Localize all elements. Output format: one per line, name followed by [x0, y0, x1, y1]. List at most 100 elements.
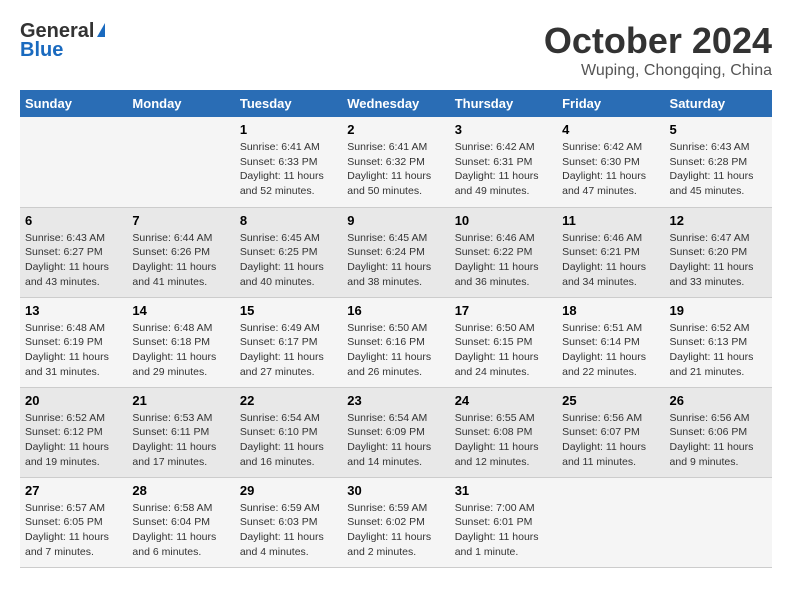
day-number: 19 [670, 303, 767, 318]
day-number: 26 [670, 393, 767, 408]
calendar-cell: 16 Sunrise: 6:50 AM Sunset: 6:16 PM Dayli… [342, 297, 449, 387]
day-number: 6 [25, 213, 122, 228]
calendar-cell [665, 477, 772, 567]
location-subtitle: Wuping, Chongqing, China [544, 62, 772, 80]
day-detail: Sunrise: 6:55 AM Sunset: 6:08 PM Dayligh… [455, 411, 552, 470]
calendar-cell: 24Sunrise: 6:55 AM Sunset: 6:08 PM Dayli… [450, 387, 557, 477]
title-block: October 2024 Wuping, Chongqing, China [544, 20, 772, 80]
header-saturday: Saturday [665, 90, 772, 117]
day-detail: Sunrise: 7:00 AM Sunset: 6:01 PM Dayligh… [455, 501, 552, 560]
calendar-cell: 3 Sunrise: 6:42 AM Sunset: 6:31 PM Daylig… [450, 117, 557, 207]
day-number: 21 [132, 393, 229, 408]
day-detail: Sunrise: 6:59 AM Sunset: 6:03 PM Dayligh… [240, 501, 337, 560]
day-number: 16 [347, 303, 444, 318]
day-detail: Sunrise: 6:49 AM Sunset: 6:17 PM Dayligh… [240, 321, 337, 380]
day-number: 12 [670, 213, 767, 228]
day-number: 18 [562, 303, 659, 318]
calendar-week-row: 27 Sunrise: 6:57 AM Sunset: 6:05 PM Dayli… [20, 477, 772, 567]
day-number: 9 [347, 213, 444, 228]
day-number: 30 [347, 483, 444, 498]
calendar-cell: 23 Sunrise: 6:54 AM Sunset: 6:09 PM Dayli… [342, 387, 449, 477]
calendar-cell: 4 Sunrise: 6:42 AM Sunset: 6:30 PM Daylig… [557, 117, 664, 207]
day-detail: Sunrise: 6:51 AM Sunset: 6:14 PM Dayligh… [562, 321, 659, 380]
day-number: 7 [132, 213, 229, 228]
calendar-cell: 15 Sunrise: 6:49 AM Sunset: 6:17 PM Dayli… [235, 297, 342, 387]
day-detail: Sunrise: 6:42 AM Sunset: 6:31 PM Dayligh… [455, 140, 552, 199]
day-number: 5 [670, 122, 767, 137]
day-detail: Sunrise: 6:54 AM Sunset: 6:10 PM Dayligh… [240, 411, 337, 470]
logo-blue-text: Blue [20, 39, 63, 62]
calendar-cell: 11Sunrise: 6:46 AM Sunset: 6:21 PM Dayli… [557, 207, 664, 297]
calendar-cell: 1Sunrise: 6:41 AM Sunset: 6:33 PM Daylig… [235, 117, 342, 207]
day-detail: Sunrise: 6:59 AM Sunset: 6:02 PM Dayligh… [347, 501, 444, 560]
calendar-cell: 12 Sunrise: 6:47 AM Sunset: 6:20 PM Dayli… [665, 207, 772, 297]
calendar-cell: 30 Sunrise: 6:59 AM Sunset: 6:02 PM Dayli… [342, 477, 449, 567]
calendar-cell: 2 Sunrise: 6:41 AM Sunset: 6:32 PM Daylig… [342, 117, 449, 207]
header-monday: Monday [127, 90, 234, 117]
day-detail: Sunrise: 6:42 AM Sunset: 6:30 PM Dayligh… [562, 140, 659, 199]
day-detail: Sunrise: 6:47 AM Sunset: 6:20 PM Dayligh… [670, 231, 767, 290]
calendar-cell: 10Sunrise: 6:46 AM Sunset: 6:22 PM Dayli… [450, 207, 557, 297]
calendar-cell: 8Sunrise: 6:45 AM Sunset: 6:25 PM Daylig… [235, 207, 342, 297]
day-detail: Sunrise: 6:57 AM Sunset: 6:05 PM Dayligh… [25, 501, 122, 560]
calendar-cell [20, 117, 127, 207]
calendar-week-row: 20Sunrise: 6:52 AM Sunset: 6:12 PM Dayli… [20, 387, 772, 477]
calendar-cell: 31 Sunrise: 7:00 AM Sunset: 6:01 PM Dayli… [450, 477, 557, 567]
logo: General Blue [20, 20, 105, 62]
day-number: 28 [132, 483, 229, 498]
calendar-cell: 18 Sunrise: 6:51 AM Sunset: 6:14 PM Dayli… [557, 297, 664, 387]
day-detail: Sunrise: 6:53 AM Sunset: 6:11 PM Dayligh… [132, 411, 229, 470]
calendar-week-row: 6Sunrise: 6:43 AM Sunset: 6:27 PM Daylig… [20, 207, 772, 297]
day-number: 29 [240, 483, 337, 498]
day-detail: Sunrise: 6:45 AM Sunset: 6:24 PM Dayligh… [347, 231, 444, 290]
calendar-cell: 29 Sunrise: 6:59 AM Sunset: 6:03 PM Dayli… [235, 477, 342, 567]
day-detail: Sunrise: 6:58 AM Sunset: 6:04 PM Dayligh… [132, 501, 229, 560]
day-number: 25 [562, 393, 659, 408]
header-sunday: Sunday [20, 90, 127, 117]
day-detail: Sunrise: 6:54 AM Sunset: 6:09 PM Dayligh… [347, 411, 444, 470]
calendar-cell: 7 Sunrise: 6:44 AM Sunset: 6:26 PM Daylig… [127, 207, 234, 297]
day-number: 14 [132, 303, 229, 318]
calendar-week-row: 1Sunrise: 6:41 AM Sunset: 6:33 PM Daylig… [20, 117, 772, 207]
day-number: 23 [347, 393, 444, 408]
day-detail: Sunrise: 6:56 AM Sunset: 6:07 PM Dayligh… [562, 411, 659, 470]
calendar-cell: 25 Sunrise: 6:56 AM Sunset: 6:07 PM Dayli… [557, 387, 664, 477]
day-number: 3 [455, 122, 552, 137]
day-number: 27 [25, 483, 122, 498]
day-detail: Sunrise: 6:50 AM Sunset: 6:15 PM Dayligh… [455, 321, 552, 380]
calendar-cell [557, 477, 664, 567]
day-detail: Sunrise: 6:44 AM Sunset: 6:26 PM Dayligh… [132, 231, 229, 290]
day-number: 2 [347, 122, 444, 137]
logo-arrow-icon [97, 23, 105, 37]
calendar-cell: 17 Sunrise: 6:50 AM Sunset: 6:15 PM Dayli… [450, 297, 557, 387]
calendar-cell: 13Sunrise: 6:48 AM Sunset: 6:19 PM Dayli… [20, 297, 127, 387]
day-number: 15 [240, 303, 337, 318]
day-number: 4 [562, 122, 659, 137]
calendar-cell: 20Sunrise: 6:52 AM Sunset: 6:12 PM Dayli… [20, 387, 127, 477]
day-detail: Sunrise: 6:52 AM Sunset: 6:13 PM Dayligh… [670, 321, 767, 380]
month-title: October 2024 [544, 20, 772, 62]
day-detail: Sunrise: 6:46 AM Sunset: 6:22 PM Dayligh… [455, 231, 552, 290]
calendar-cell: 21 Sunrise: 6:53 AM Sunset: 6:11 PM Dayli… [127, 387, 234, 477]
calendar-cell: 19 Sunrise: 6:52 AM Sunset: 6:13 PM Dayli… [665, 297, 772, 387]
day-number: 8 [240, 213, 337, 228]
calendar-table: SundayMondayTuesdayWednesdayThursdayFrid… [20, 90, 772, 568]
calendar-cell: 22 Sunrise: 6:54 AM Sunset: 6:10 PM Dayli… [235, 387, 342, 477]
day-detail: Sunrise: 6:46 AM Sunset: 6:21 PM Dayligh… [562, 231, 659, 290]
day-number: 17 [455, 303, 552, 318]
calendar-week-row: 13Sunrise: 6:48 AM Sunset: 6:19 PM Dayli… [20, 297, 772, 387]
day-detail: Sunrise: 6:43 AM Sunset: 6:28 PM Dayligh… [670, 140, 767, 199]
day-detail: Sunrise: 6:41 AM Sunset: 6:32 PM Dayligh… [347, 140, 444, 199]
calendar-cell: 6Sunrise: 6:43 AM Sunset: 6:27 PM Daylig… [20, 207, 127, 297]
calendar-cell: 28 Sunrise: 6:58 AM Sunset: 6:04 PM Dayli… [127, 477, 234, 567]
calendar-cell: 26Sunrise: 6:56 AM Sunset: 6:06 PM Dayli… [665, 387, 772, 477]
page-header: General Blue October 2024 Wuping, Chongq… [20, 20, 772, 80]
calendar-cell [127, 117, 234, 207]
day-detail: Sunrise: 6:48 AM Sunset: 6:18 PM Dayligh… [132, 321, 229, 380]
day-number: 20 [25, 393, 122, 408]
header-thursday: Thursday [450, 90, 557, 117]
day-detail: Sunrise: 6:50 AM Sunset: 6:16 PM Dayligh… [347, 321, 444, 380]
day-number: 22 [240, 393, 337, 408]
day-number: 31 [455, 483, 552, 498]
day-detail: Sunrise: 6:48 AM Sunset: 6:19 PM Dayligh… [25, 321, 122, 380]
